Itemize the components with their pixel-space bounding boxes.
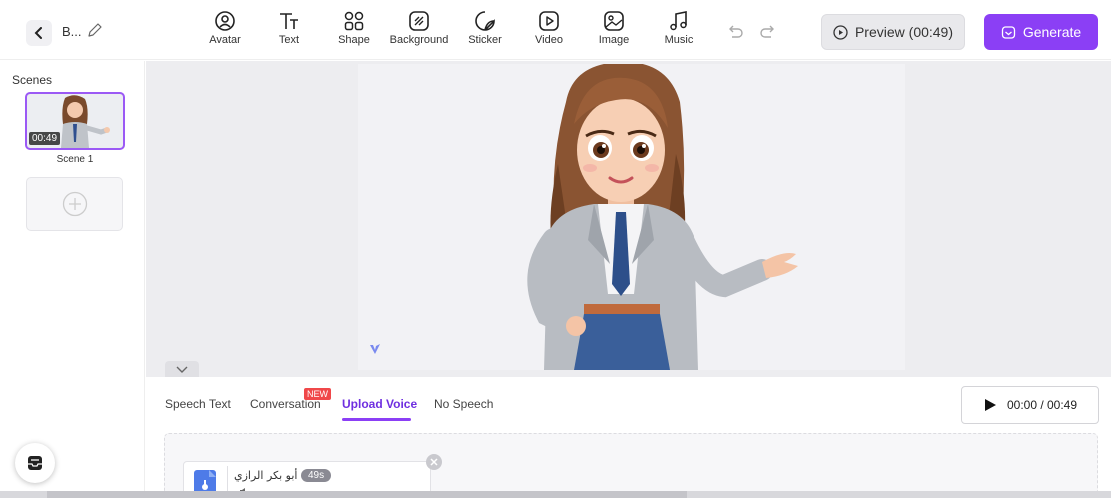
background-icon bbox=[409, 11, 429, 31]
playback-time: 00:00 / 00:49 bbox=[1006, 398, 1078, 412]
generate-icon bbox=[1001, 25, 1015, 39]
back-button[interactable] bbox=[26, 20, 52, 46]
canvas-workspace bbox=[146, 61, 1111, 379]
speech-panel: Speech Text Conversation NEW Upload Voic… bbox=[151, 377, 1111, 498]
shape-icon bbox=[344, 11, 364, 31]
generate-label: Generate bbox=[1022, 24, 1082, 40]
watermark-logo-icon bbox=[370, 344, 380, 354]
voice-duration-badge: 49s bbox=[301, 469, 332, 482]
generate-button[interactable]: Generate bbox=[984, 14, 1098, 50]
sticker-icon bbox=[475, 11, 495, 31]
music-icon bbox=[670, 11, 687, 31]
tool-label: Avatar bbox=[209, 34, 241, 46]
inbox-icon bbox=[28, 456, 42, 470]
add-scene-button[interactable] bbox=[26, 177, 123, 231]
tool-video[interactable]: Video bbox=[514, 10, 584, 46]
redo-icon[interactable] bbox=[759, 24, 777, 40]
top-toolbar: B... Avatar Text Shape Background Sticke… bbox=[0, 0, 1111, 60]
tool-label: Music bbox=[664, 34, 694, 46]
play-circle-icon bbox=[833, 24, 848, 40]
tool-text[interactable]: Text bbox=[254, 10, 324, 46]
tab-no-speech[interactable]: No Speech bbox=[434, 397, 493, 411]
horizontal-scrollbar[interactable] bbox=[0, 491, 1111, 498]
video-icon bbox=[539, 11, 559, 31]
tool-label: Image bbox=[598, 34, 630, 46]
tab-speech-text[interactable]: Speech Text bbox=[165, 397, 231, 411]
scene-duration: 00:49 bbox=[29, 132, 61, 145]
chevron-left-icon bbox=[34, 27, 42, 39]
scenes-title: Scenes bbox=[12, 73, 53, 87]
preview-button[interactable]: Preview (00:49) bbox=[821, 14, 965, 50]
scrollbar-thumb[interactable] bbox=[47, 491, 687, 498]
tool-background[interactable]: Background bbox=[384, 10, 454, 46]
tool-label: Text bbox=[278, 34, 300, 46]
voice-upload-area[interactable]: أبو بكر الرازي 49s bbox=[164, 433, 1098, 498]
tool-label: Video bbox=[535, 34, 563, 46]
play-icon bbox=[984, 399, 996, 411]
tool-label: Sticker bbox=[468, 34, 502, 46]
scene-label: Scene 1 bbox=[56, 154, 94, 165]
scene-thumbnail[interactable]: 00:49 bbox=[25, 92, 125, 150]
plus-circle-icon bbox=[62, 191, 87, 217]
avatar-character-image[interactable] bbox=[358, 64, 905, 370]
text-icon bbox=[280, 13, 298, 29]
image-icon bbox=[604, 11, 624, 31]
avatar-icon bbox=[215, 11, 235, 31]
undo-icon[interactable] bbox=[726, 24, 744, 40]
tool-music[interactable]: Music bbox=[644, 10, 714, 46]
tool-label: Shape bbox=[338, 34, 370, 46]
tool-shape[interactable]: Shape bbox=[319, 10, 389, 46]
tool-image[interactable]: Image bbox=[579, 10, 649, 46]
close-icon bbox=[430, 458, 438, 466]
chevron-down-icon bbox=[176, 366, 188, 373]
tool-label: Background bbox=[389, 34, 449, 46]
project-name[interactable]: B... bbox=[62, 24, 82, 39]
tool-avatar[interactable]: Avatar bbox=[190, 10, 260, 46]
active-tab-indicator bbox=[342, 418, 411, 421]
tab-upload-voice[interactable]: Upload Voice bbox=[342, 397, 417, 411]
preview-label: Preview (00:49) bbox=[854, 24, 954, 40]
remove-voice-button[interactable] bbox=[426, 454, 442, 470]
edit-pencil-icon[interactable] bbox=[86, 21, 104, 39]
scene-canvas[interactable] bbox=[358, 64, 905, 370]
tool-sticker[interactable]: Sticker bbox=[450, 10, 520, 46]
new-badge: NEW bbox=[304, 388, 331, 400]
scenes-panel: Scenes 00:49 Scene 1 bbox=[0, 61, 145, 498]
support-chat-button[interactable] bbox=[15, 443, 55, 483]
voice-file-name: أبو بكر الرازي bbox=[234, 469, 298, 482]
play-audio-button[interactable]: 00:00 / 00:49 bbox=[961, 386, 1099, 424]
